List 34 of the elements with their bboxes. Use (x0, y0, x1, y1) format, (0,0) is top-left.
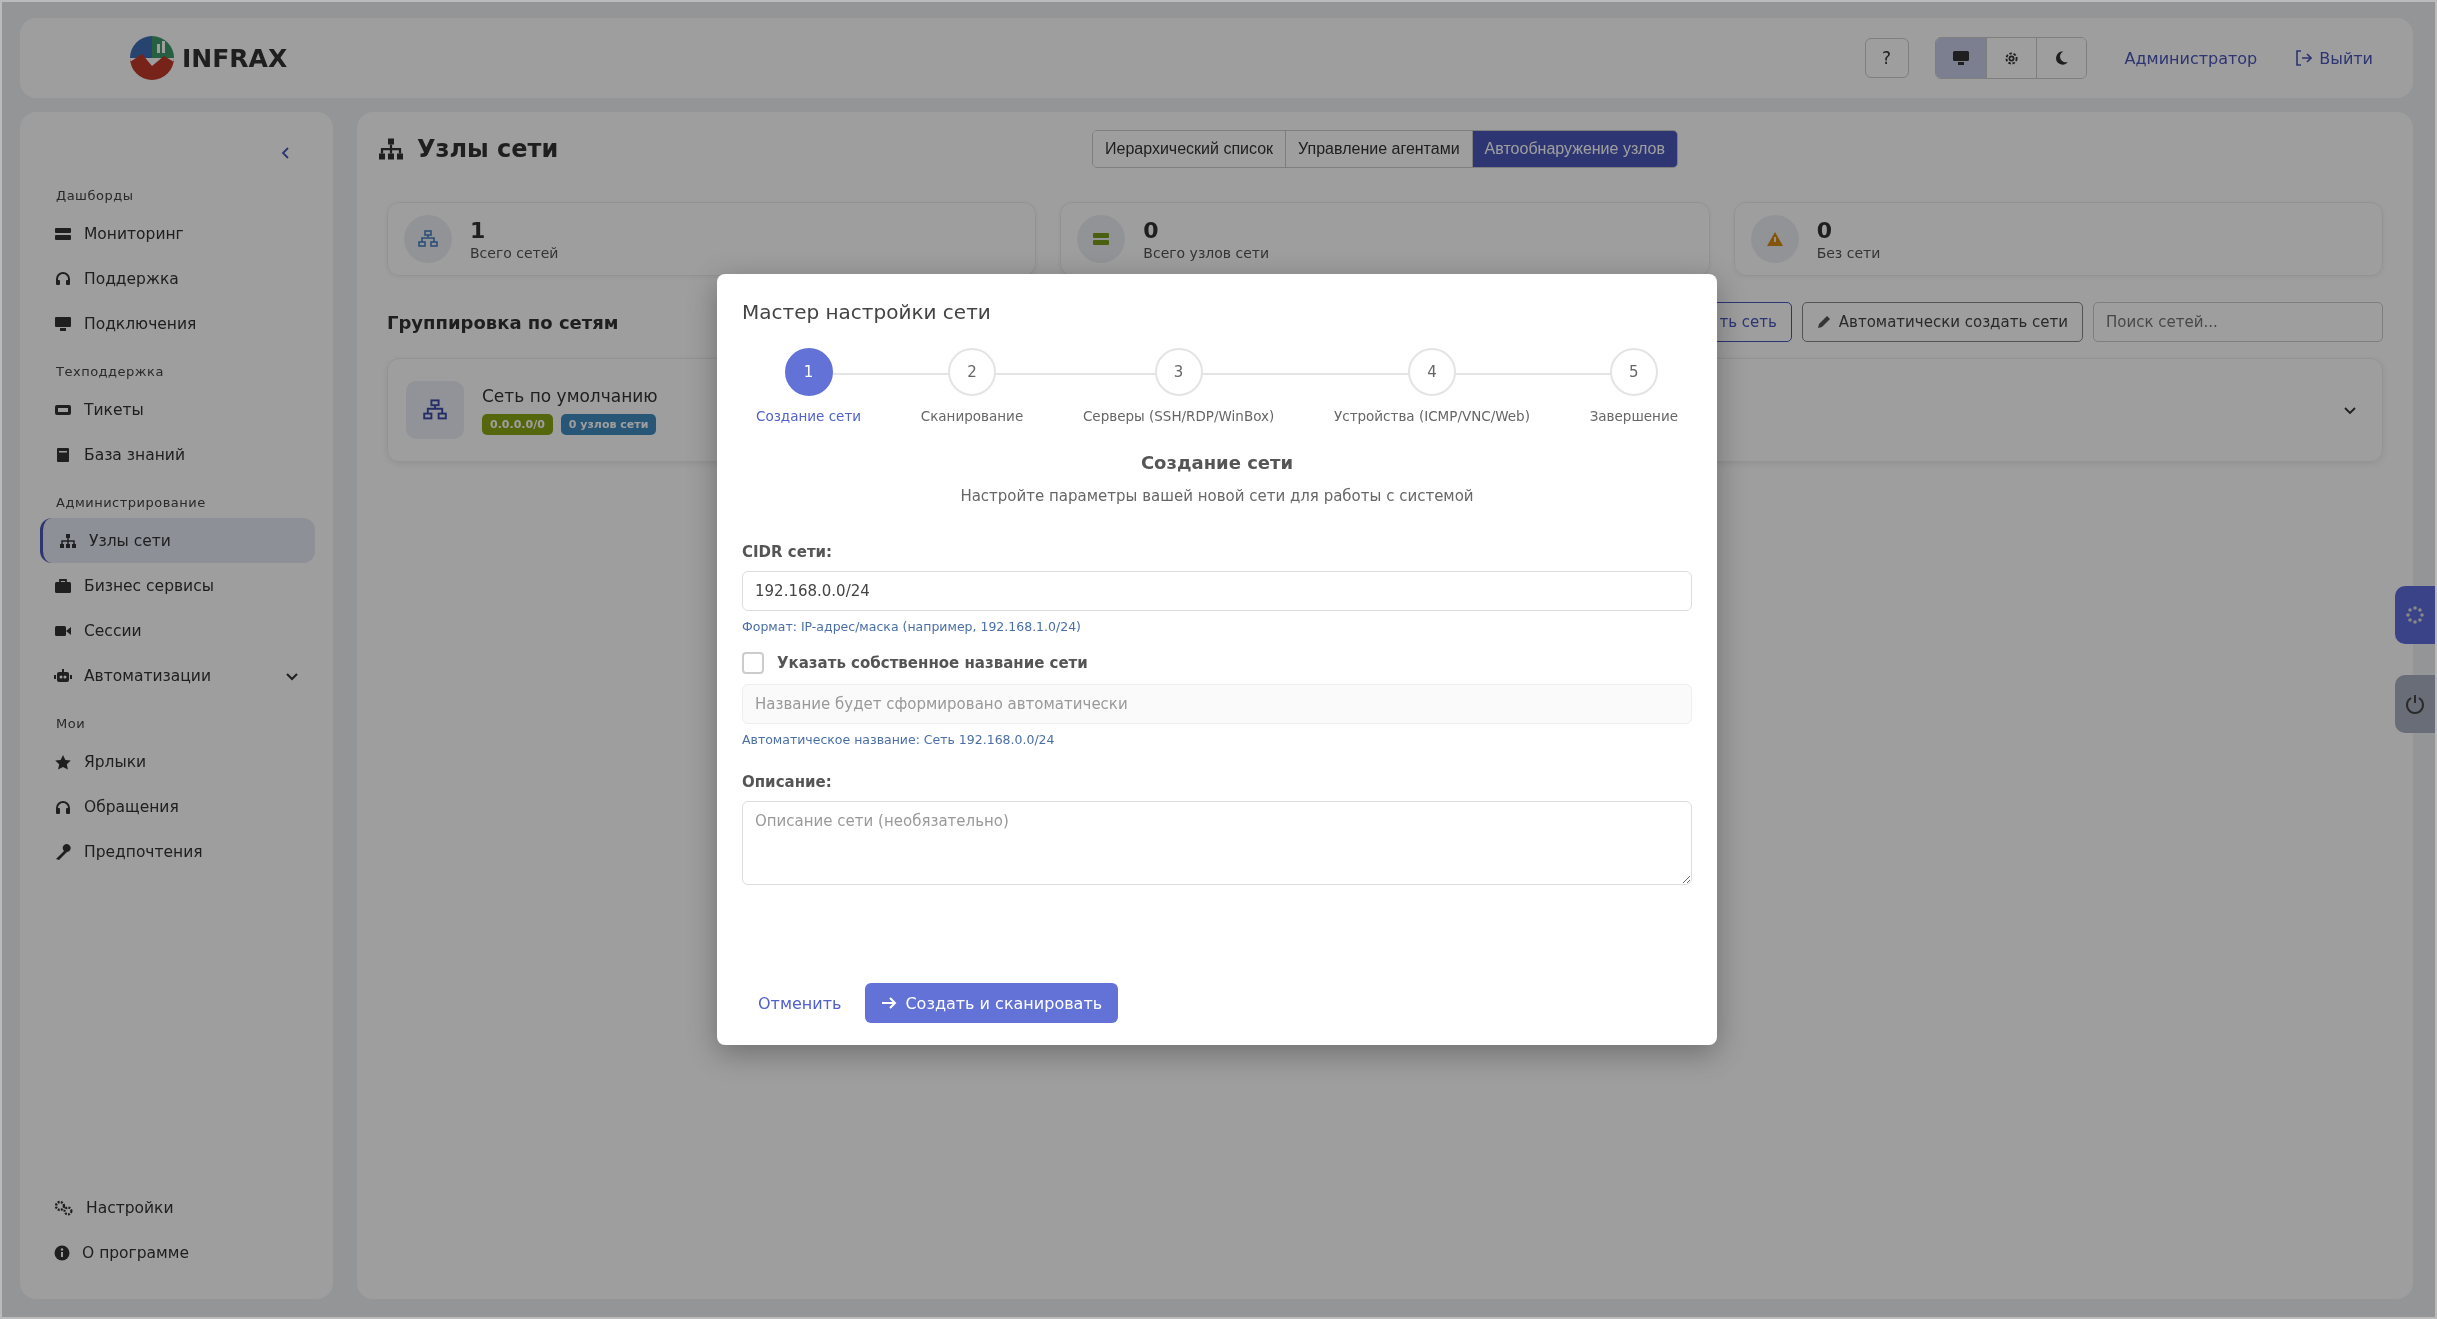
step-number: 2 (947, 348, 996, 396)
step-number: 3 (1154, 348, 1203, 396)
step-label: Завершение (1589, 408, 1678, 424)
field-label: CIDR сети: (742, 543, 834, 561)
node-count-tag: 0 узлов сети (560, 413, 657, 435)
step-number: 4 (1407, 348, 1456, 396)
network-name: Сеть по умолчанию (482, 385, 658, 406)
stat-label: Всего узлов сети (1143, 244, 1270, 261)
field-hint: Автоматическое название: Сеть 192.168.0.0/24 (742, 732, 1056, 747)
field-hint: Формат: IP-адрес/маска (например, 192.168.1.0/24) (742, 619, 1082, 634)
stat-value: 0 (1816, 217, 1833, 243)
section-title: Дашборды (55, 187, 135, 205)
stat-value: 0 (1143, 217, 1160, 243)
step-label: Устройства (ICMP/VNC/Web) (1334, 408, 1530, 424)
section-title: Техподдержка (55, 363, 165, 381)
step-label: Сканирование (920, 408, 1024, 424)
field-label: Описание: (742, 773, 833, 791)
stat-value: 1 (470, 217, 487, 243)
step-number: 5 (1609, 348, 1658, 396)
step-label: Создание сети (756, 408, 862, 424)
step-label: Серверы (SSH/RDP/WinBox) (1082, 408, 1275, 424)
page-title: Узлы сети (417, 135, 559, 163)
cidr-tag: 0.0.0.0/0 (482, 413, 553, 435)
section-heading: Группировка по сетям (387, 311, 619, 333)
step-title: Создание сети (1139, 452, 1295, 473)
app-logo-text: INFRAX (182, 43, 288, 73)
stat-label: Без сети (1816, 244, 1881, 261)
step-number: 1 (784, 348, 833, 396)
dialog-title: Мастер настройки сети (742, 300, 992, 324)
section-title: Мои (55, 715, 87, 733)
stat-label: Всего сетей (470, 244, 559, 261)
checkbox-label: Указать собственное название сети (777, 654, 1088, 672)
step-subtitle: Настройте параметры вашей новой сети для работы с системой (959, 487, 1475, 505)
section-title: Администрирование (55, 494, 207, 512)
